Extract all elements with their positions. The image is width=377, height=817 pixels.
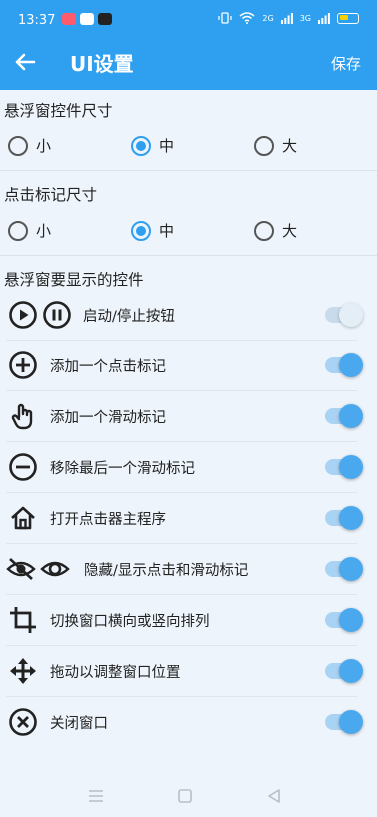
controls-section-title: 悬浮窗要显示的控件 — [4, 271, 144, 289]
size-section-title: 悬浮窗控件尺寸 — [4, 102, 113, 120]
mark-option-medium[interactable]: 中 — [131, 220, 174, 241]
control-label: 移除最后一个滑动标记 — [50, 461, 195, 477]
control-row-add-click: 添加一个点击标记 — [0, 340, 377, 391]
save-button[interactable]: 保存 — [331, 53, 361, 74]
toggle-knob — [339, 710, 363, 734]
toggle-knob — [339, 455, 363, 479]
gallery-app-icon — [80, 13, 94, 25]
status-bar: 13:37 2G 3G — [0, 0, 377, 34]
control-row-open-main: 打开点击器主程序 — [0, 493, 377, 544]
remove-circle-icon — [9, 453, 37, 481]
radio-label: 中 — [159, 222, 175, 240]
swipe-hand-icon — [11, 403, 33, 430]
app-bar: UI设置 保存 — [0, 34, 377, 90]
play-icon — [9, 301, 37, 329]
visibility-icon — [40, 561, 70, 577]
toggle-knob — [339, 353, 363, 377]
size-option-large[interactable]: 大 — [254, 135, 297, 156]
radio-label: 小 — [36, 137, 52, 155]
signal-icon — [280, 12, 293, 24]
toggle-add-click[interactable] — [325, 353, 363, 377]
control-label: 切换窗口横向或竖向排列 — [50, 614, 210, 630]
menu-icon[interactable] — [86, 787, 106, 805]
mark-option-small[interactable]: 小 — [8, 220, 51, 241]
heart-app-icon — [62, 13, 76, 25]
toggle-move[interactable] — [325, 659, 363, 683]
control-label: 打开点击器主程序 — [50, 512, 166, 528]
battery-icon — [337, 12, 359, 24]
radio-button[interactable] — [8, 135, 28, 156]
system-nav-bar — [0, 775, 377, 817]
mark-section-title: 点击标记尺寸 — [4, 186, 98, 204]
radio-label: 大 — [282, 137, 298, 155]
home-nav-icon[interactable] — [175, 787, 195, 805]
signal-icon-2 — [318, 12, 330, 24]
back-arrow-icon[interactable] — [10, 47, 40, 77]
size-radio-group: 小 中 大 — [0, 125, 377, 165]
toggle-knob — [339, 506, 363, 530]
toggle-add-swipe[interactable] — [325, 404, 363, 428]
wifi-icon — [239, 12, 255, 24]
toggle-knob — [339, 557, 363, 581]
control-label: 关闭窗口 — [50, 716, 108, 732]
radio-label: 大 — [282, 222, 298, 240]
toggle-start-stop[interactable] — [325, 303, 363, 327]
radio-button[interactable] — [8, 220, 28, 241]
control-row-add-swipe: 添加一个滑动标记 — [0, 391, 377, 442]
radio-button-selected[interactable] — [131, 135, 151, 156]
toggle-orientation[interactable] — [325, 608, 363, 632]
size-option-small[interactable]: 小 — [8, 135, 51, 156]
control-row-remove-swipe: 移除最后一个滑动标记 — [0, 442, 377, 493]
control-label: 添加一个滑动标记 — [50, 410, 166, 426]
back-nav-icon[interactable] — [264, 787, 284, 805]
radio-button[interactable] — [254, 135, 274, 156]
toggle-visibility[interactable] — [325, 557, 363, 581]
radio-button-selected[interactable] — [131, 220, 151, 241]
mark-radio-group: 小 中 大 — [0, 210, 377, 250]
tiktok-app-icon — [98, 13, 112, 25]
radio-label: 中 — [159, 137, 175, 155]
toggle-knob — [339, 659, 363, 683]
section-divider — [0, 170, 377, 171]
add-circle-icon — [9, 351, 37, 379]
toggle-close[interactable] — [325, 710, 363, 734]
toggle-open-main[interactable] — [325, 506, 363, 530]
toggle-knob — [339, 303, 363, 327]
close-circle-icon — [9, 708, 37, 736]
section-divider — [0, 255, 377, 256]
radio-button[interactable] — [254, 220, 274, 241]
move-arrows-icon — [10, 658, 36, 684]
control-row-start-stop: 启动/停止按钮 — [0, 290, 377, 341]
status-time: 13:37 — [18, 13, 56, 28]
control-label: 添加一个点击标记 — [50, 359, 166, 375]
status-indicators: 2G 3G — [218, 12, 359, 24]
toggle-knob — [339, 404, 363, 428]
size-option-medium[interactable]: 中 — [131, 135, 174, 156]
notification-icons — [62, 13, 112, 25]
control-row-visibility: 隐藏/显示点击和滑动标记 — [0, 544, 377, 595]
control-row-move: 拖动以调整窗口位置 — [0, 646, 377, 697]
control-label: 拖动以调整窗口位置 — [50, 665, 181, 681]
network-2g-label: 2G — [262, 13, 274, 23]
visibility-off-icon — [6, 558, 36, 580]
toggle-remove-swipe[interactable] — [325, 455, 363, 479]
home-icon — [11, 506, 35, 530]
control-label: 隐藏/显示点击和滑动标记 — [84, 563, 249, 579]
page-title: UI设置 — [70, 52, 134, 76]
pause-icon — [43, 301, 71, 329]
control-row-close: 关闭窗口 — [0, 697, 377, 748]
mark-option-large[interactable]: 大 — [254, 220, 297, 241]
network-3g-label: 3G — [299, 13, 311, 23]
radio-label: 小 — [36, 222, 52, 240]
toggle-knob — [339, 608, 363, 632]
control-label: 启动/停止按钮 — [83, 309, 175, 325]
vibrate-icon — [218, 12, 233, 24]
crop-rotate-icon — [10, 607, 36, 633]
control-row-orientation: 切换窗口横向或竖向排列 — [0, 595, 377, 646]
